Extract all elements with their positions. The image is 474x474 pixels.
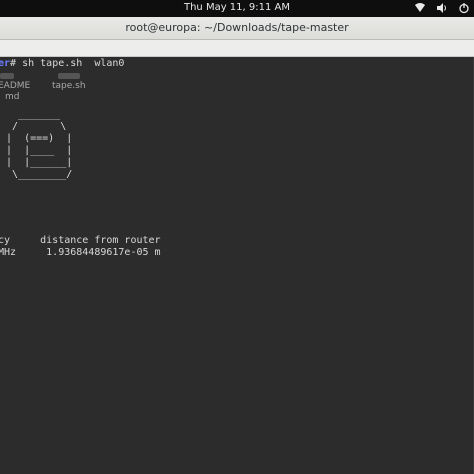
file-label-readme-ext: md [5, 92, 20, 102]
clock[interactable]: Thu May 11, 9:11 AM [0, 2, 474, 13]
window-titlebar[interactable]: root@europa: ~/Downloads/tape-master [0, 17, 474, 40]
terminal-output[interactable]: er# sh tape.sh wlan0 EADME md tape.sh __… [0, 57, 474, 474]
top-bar: Thu May 11, 9:11 AM [0, 0, 474, 17]
background-file-icons: EADME md tape.sh [0, 73, 140, 103]
terminal-menubar[interactable] [0, 40, 474, 57]
prompt-symbol: # [10, 58, 23, 69]
volume-icon [437, 3, 446, 13]
table-row: MHz 1.93684489617e-05 m [0, 247, 161, 258]
power-icon [459, 3, 469, 14]
file-icon [0, 73, 14, 79]
table-header: cy distance from router [0, 235, 161, 246]
screen: Thu May 11, 9:11 AM root@europa: ~/Downl… [0, 0, 474, 474]
ascii-art-logo: _______ / \ | (===) | | |____ | | |_____… [6, 109, 73, 180]
window-title: root@europa: ~/Downloads/tape-master [125, 21, 349, 34]
prompt-user: er [0, 58, 11, 69]
file-icon [58, 73, 80, 79]
file-label-tape: tape.sh [52, 81, 86, 91]
command-line: er# sh tape.sh wlan0 [0, 58, 124, 69]
command-text: sh tape.sh wlan0 [22, 58, 125, 69]
system-tray[interactable] [414, 2, 470, 14]
file-label-readme: EADME [0, 81, 31, 91]
network-icon [415, 3, 425, 12]
